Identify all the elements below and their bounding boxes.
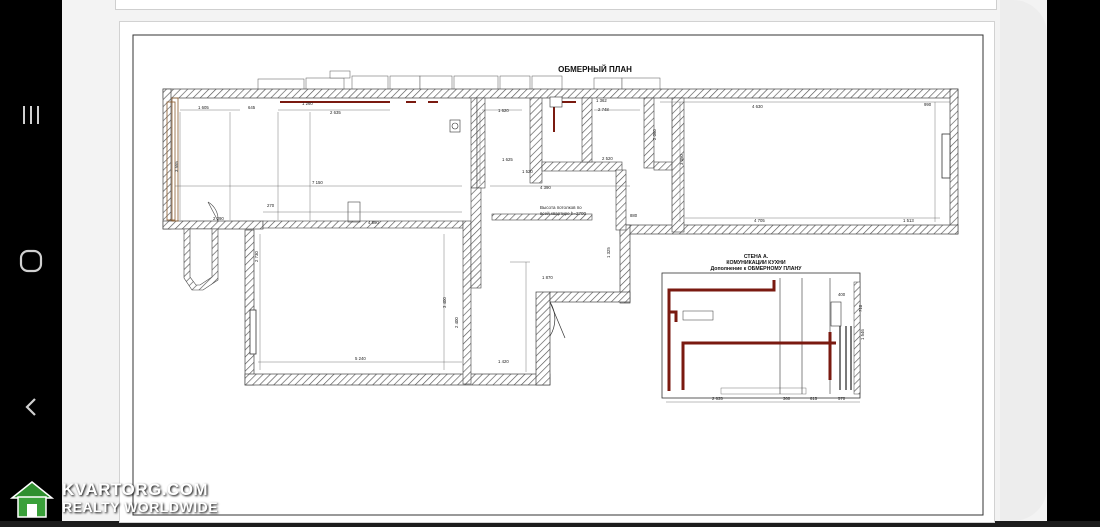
dim-4590: 4 590 xyxy=(368,220,379,225)
dim-1520: 1 520 xyxy=(522,169,533,174)
dim-1620: 1 620 xyxy=(498,108,509,113)
wall-dim-570: 570 xyxy=(838,396,846,401)
dim-1513: 1 513 xyxy=(903,218,914,223)
viewer-right-edge xyxy=(1000,0,1047,521)
dim-4705: 4 705 xyxy=(754,218,765,223)
plan-title: ОБМЕРНЫЙ ПЛАН xyxy=(558,65,632,74)
wall-a-inset: СТЕНА А. КОМУНИКАЦИИ КУХНИ Дополнение к … xyxy=(661,254,865,403)
home-icon xyxy=(19,249,43,273)
back-button[interactable] xyxy=(14,390,48,424)
dim-2290: 2 290 xyxy=(213,216,224,221)
kvartorg-watermark: KVARTORG.COM REALTY WORLDWIDE xyxy=(8,478,218,520)
wall-dim-615: 615 xyxy=(810,396,818,401)
dim-7150: 7 150 xyxy=(312,180,323,185)
dim-1260: 1 260 xyxy=(302,101,313,106)
dim-880: 880 xyxy=(630,213,638,218)
meter-box xyxy=(830,301,842,327)
dim-2520: 2 520 xyxy=(602,156,613,161)
system-navigation-bar xyxy=(0,0,62,521)
back-icon xyxy=(25,398,36,416)
wall-dim-400: 400 xyxy=(838,292,846,297)
screen-right-bezel xyxy=(1047,0,1100,521)
dim-2635: 2 635 xyxy=(330,110,341,115)
dim-2730: 2 730 xyxy=(254,251,259,262)
sink-icon xyxy=(549,96,563,108)
dim-1625: 1 625 xyxy=(502,157,513,162)
wall-dim-710: 710 xyxy=(858,304,863,312)
dim-5240: 5 240 xyxy=(355,356,366,361)
dim-2400: 2 400 xyxy=(454,317,459,328)
window-left xyxy=(249,309,257,355)
wall-subtitle-2: Дополнение к ОБМЕРНОМУ ПЛАНУ xyxy=(711,266,803,272)
floor-plan-drawing: ОБМЕРНЫЙ ПЛАН 1 605 645 2 635 1 260 1 62… xyxy=(132,34,984,516)
ceiling-note-line-1: Высота потолков по xyxy=(540,205,582,210)
ceiling-note-line-2: всей квартире h=2700 xyxy=(540,210,587,216)
home-button[interactable] xyxy=(14,244,48,278)
wall-dim-1546: 1 546 xyxy=(860,329,865,340)
house-logo-icon xyxy=(9,481,55,518)
recents-button[interactable] xyxy=(14,98,48,132)
legend-boxes xyxy=(257,70,661,92)
dim-1420: 1 420 xyxy=(498,359,509,364)
dim-1870: 1 870 xyxy=(542,275,553,280)
dim-3555: 3 555 xyxy=(174,161,179,172)
dim-3050: 3 050 xyxy=(679,154,684,165)
watermark-tagline: REALTY WORLDWIDE xyxy=(62,499,219,515)
recents-icon xyxy=(23,106,39,124)
wall-dim-360: 360 xyxy=(783,396,791,401)
dim-270: 270 xyxy=(267,203,275,208)
toilet-icon xyxy=(449,119,461,133)
dim-645: 645 xyxy=(248,105,256,110)
balcony-bay xyxy=(183,228,219,291)
wall-dim-2635: 2 635 xyxy=(712,396,723,401)
dim-1325: 1 325 xyxy=(606,247,611,258)
dim-4390: 4 390 xyxy=(540,185,551,190)
dim-3400: 3 400 xyxy=(442,297,447,308)
dim-1362: 1 362 xyxy=(596,98,607,103)
watermark-site: KVARTORG.COM xyxy=(62,480,209,499)
dim-2748: 2 748 xyxy=(598,107,609,112)
document-page[interactable]: ОБМЕРНЫЙ ПЛАН 1 605 645 2 635 1 260 1 62… xyxy=(119,21,995,523)
dim-990: 990 xyxy=(924,102,932,107)
previous-page-edge xyxy=(115,0,997,10)
dim-1605: 1 605 xyxy=(198,105,209,110)
dim-2060: 2 060 xyxy=(652,129,657,140)
window-right xyxy=(941,133,951,179)
dim-4630: 4 630 xyxy=(752,104,763,109)
